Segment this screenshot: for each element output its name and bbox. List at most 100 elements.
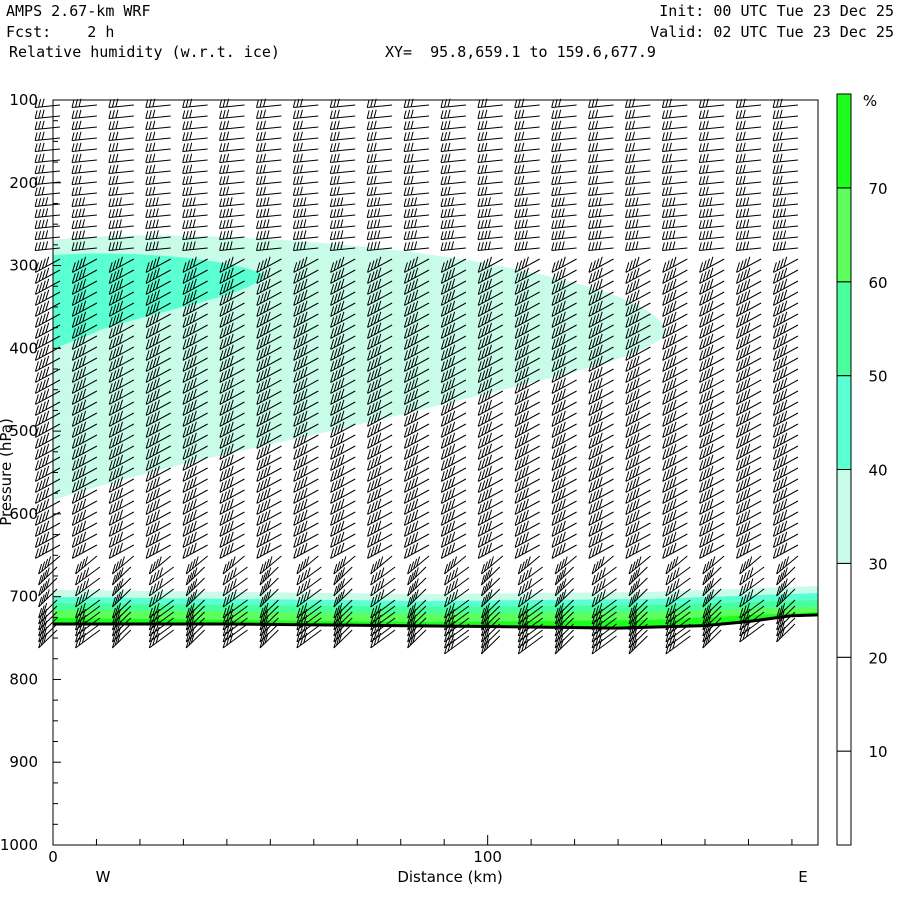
wind-barb [256, 164, 282, 174]
wind-barb [182, 186, 208, 196]
wind-barb [71, 186, 97, 196]
wind-barb [551, 219, 577, 229]
wind-barb [772, 241, 799, 251]
y-tick-label: 300 [9, 257, 38, 275]
wind-barb [219, 186, 245, 196]
wind-barb [735, 142, 762, 152]
wind-barb [698, 208, 725, 218]
wind-barb [182, 131, 208, 141]
wind-barb [772, 230, 799, 240]
wind-barb [34, 120, 61, 130]
plot-area: 10020030040050060070080090010000 100W EDis… [0, 91, 888, 886]
colorbar-swatch [836, 281, 852, 377]
wind-barb [108, 142, 134, 152]
wind-barb [772, 109, 799, 119]
x-east-label: E [798, 868, 807, 886]
wind-barb [477, 153, 503, 163]
wind-barb [551, 186, 577, 196]
wind-barb [477, 120, 503, 130]
wind-barb [71, 142, 97, 152]
wind-barb [588, 219, 614, 229]
y-tick-label: 100 [9, 91, 38, 109]
wind-barb [588, 164, 614, 174]
wind-barb [366, 153, 393, 163]
wind-barb [625, 120, 651, 130]
wind-barb [292, 197, 319, 207]
wind-barb [661, 109, 688, 119]
colorbar-swatch [836, 93, 852, 189]
wind-barb [366, 208, 393, 218]
wind-barb [34, 153, 61, 163]
x-west-label: W [96, 868, 111, 886]
y-tick-label: 900 [9, 753, 38, 771]
wind-barb [698, 219, 725, 229]
wind-barb [698, 131, 725, 141]
wind-barb [333, 555, 356, 575]
wind-barb [108, 109, 134, 119]
wind-barb [735, 241, 762, 251]
wind-barb [403, 164, 430, 174]
wind-barb [514, 219, 540, 229]
wind-barb [329, 120, 356, 130]
wind-barb [256, 186, 282, 196]
wind-barb [514, 142, 540, 152]
wind-barb [34, 109, 61, 119]
wind-barb [219, 120, 245, 130]
cross-section-figure: AMPS 2.67-km WRF Fcst: 2 h Relative humi… [0, 0, 900, 900]
wind-barb [735, 219, 762, 229]
wind-barb [735, 109, 762, 119]
wind-barb [551, 241, 577, 251]
wind-barb [551, 120, 577, 130]
wind-barb [292, 131, 319, 141]
wind-barb [34, 186, 61, 196]
wind-barb [477, 197, 503, 207]
wind-barb [108, 120, 134, 130]
wind-barb [292, 208, 319, 218]
wind-barb [477, 219, 503, 229]
wind-barb [735, 175, 762, 185]
wind-barb [440, 197, 466, 207]
wind-barb [588, 230, 614, 240]
wind-barb [145, 175, 171, 185]
colorbar-label: 40 [868, 462, 887, 480]
wind-barb [661, 208, 688, 218]
wind-barb [661, 131, 688, 141]
wind-barb [256, 153, 282, 163]
wind-barb [34, 230, 61, 240]
wind-barb [702, 555, 725, 575]
wind-barb [403, 131, 430, 141]
wind-barb [71, 197, 97, 207]
wind-barb [772, 186, 799, 196]
wind-barb [440, 120, 466, 130]
wind-barb [219, 219, 245, 229]
wind-barb [551, 142, 577, 152]
y-tick-label: 200 [9, 174, 38, 192]
wind-barb [182, 164, 208, 174]
wind-barb [403, 175, 430, 185]
wind-barb [698, 175, 725, 185]
wind-barb [259, 555, 282, 575]
wind-barb [661, 186, 688, 196]
wind-barb [292, 142, 319, 152]
wind-barb [625, 197, 651, 207]
wind-barb [145, 120, 171, 130]
wind-barb [588, 241, 614, 251]
wind-barb [403, 109, 430, 119]
wind-barb [366, 230, 393, 240]
wind-barb [34, 208, 61, 218]
wind-barb [735, 197, 762, 207]
wind-barb [182, 142, 208, 152]
wind-barb [625, 208, 651, 218]
wind-barb [329, 219, 356, 229]
wind-barb [772, 131, 799, 141]
wind-barb [256, 175, 282, 185]
wind-barb [403, 208, 430, 218]
wind-barb [256, 120, 282, 130]
wind-barb [108, 197, 134, 207]
wind-barb [329, 230, 356, 240]
wind-barb [480, 555, 504, 575]
wind-barb [477, 142, 503, 152]
wind-barb [625, 153, 651, 163]
plot-frame [52, 99, 819, 846]
wind-barb [34, 164, 61, 174]
